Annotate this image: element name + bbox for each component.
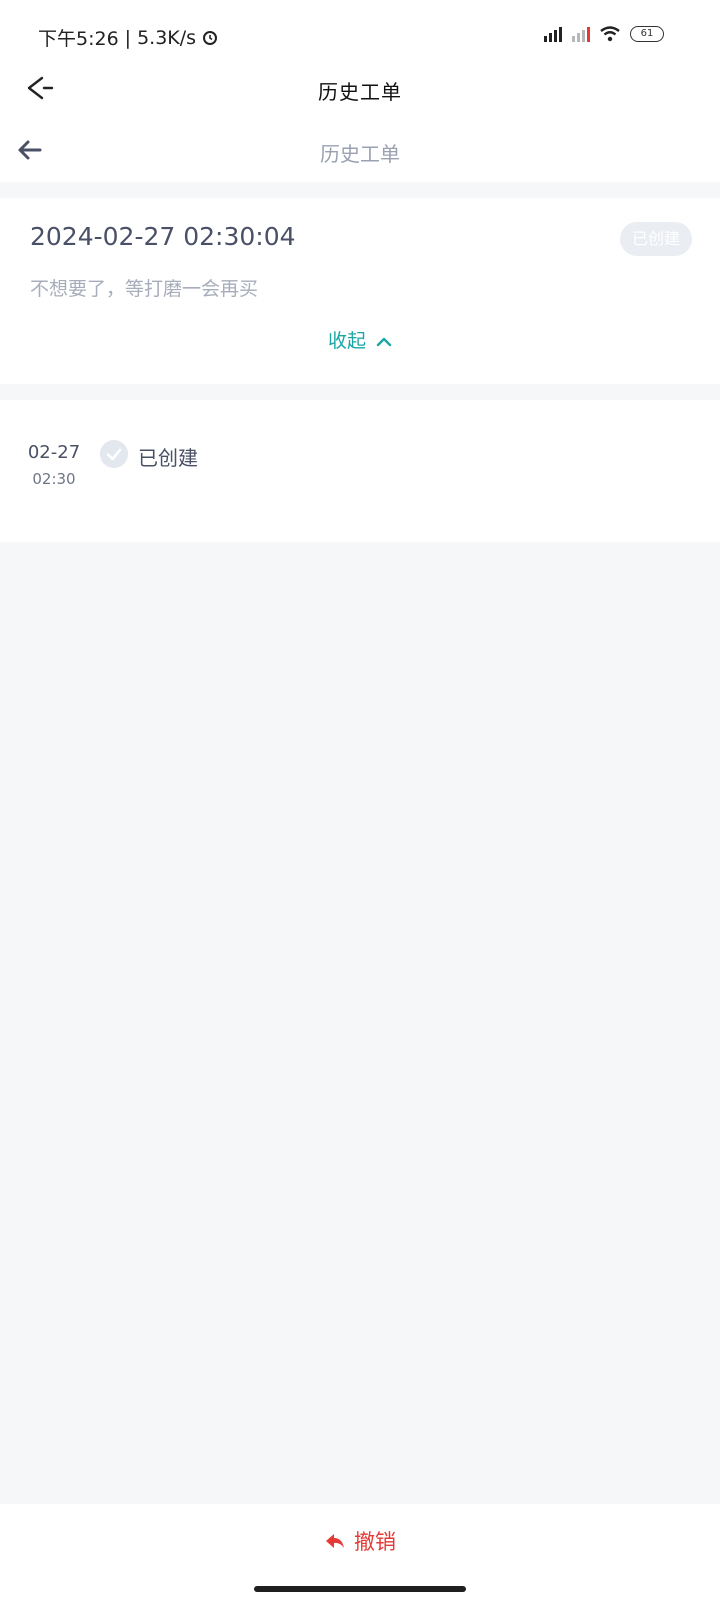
revoke-label: 撤销	[354, 1530, 396, 1554]
home-indicator[interactable]	[254, 1586, 466, 1592]
status-divider: |	[124, 26, 132, 49]
ticket-card: 2024-02-27 02:30:04 已创建 不想要了，等打磨一会再买 收起	[0, 198, 720, 384]
chevron-up-icon	[376, 337, 392, 346]
app-title: 历史工单	[318, 80, 402, 104]
alarm-icon	[203, 30, 218, 45]
battery-icon: 61	[630, 26, 664, 42]
timeline-date: 02-27	[27, 442, 81, 463]
bottom-bar: 撤销	[0, 1504, 720, 1600]
network-speed: 5.3K/s	[137, 26, 197, 49]
undo-icon	[326, 1534, 344, 1548]
check-circle-icon	[100, 440, 128, 468]
status-right: 61	[544, 26, 664, 42]
page-title: 历史工单	[320, 142, 400, 166]
collapse-label: 收起	[327, 330, 366, 352]
signal-icon	[544, 26, 562, 42]
status-time: 下午5:26	[38, 28, 119, 50]
ticket-datetime: 2024-02-27 02:30:04	[30, 222, 296, 251]
page-nav: 历史工单	[0, 118, 720, 182]
app-header: 历史工单	[0, 60, 720, 118]
wifi-icon	[600, 26, 620, 42]
status-left: 下午5:26 | 5.3K/s	[38, 24, 218, 51]
collapse-button[interactable]: 收起	[0, 326, 720, 353]
ticket-description: 不想要了，等打磨一会再买	[30, 278, 259, 300]
battery-level: 61	[640, 28, 654, 39]
timeline-status: 已创建	[138, 446, 198, 470]
status-bar: 下午5:26 | 5.3K/s 61	[0, 0, 720, 60]
signal-secondary-icon	[572, 26, 590, 42]
timeline: 02-27 02:30 已创建	[0, 400, 720, 542]
timeline-time: 02:30	[32, 470, 76, 488]
revoke-button[interactable]: 撤销	[0, 1526, 720, 1556]
status-badge: 已创建	[619, 222, 692, 256]
